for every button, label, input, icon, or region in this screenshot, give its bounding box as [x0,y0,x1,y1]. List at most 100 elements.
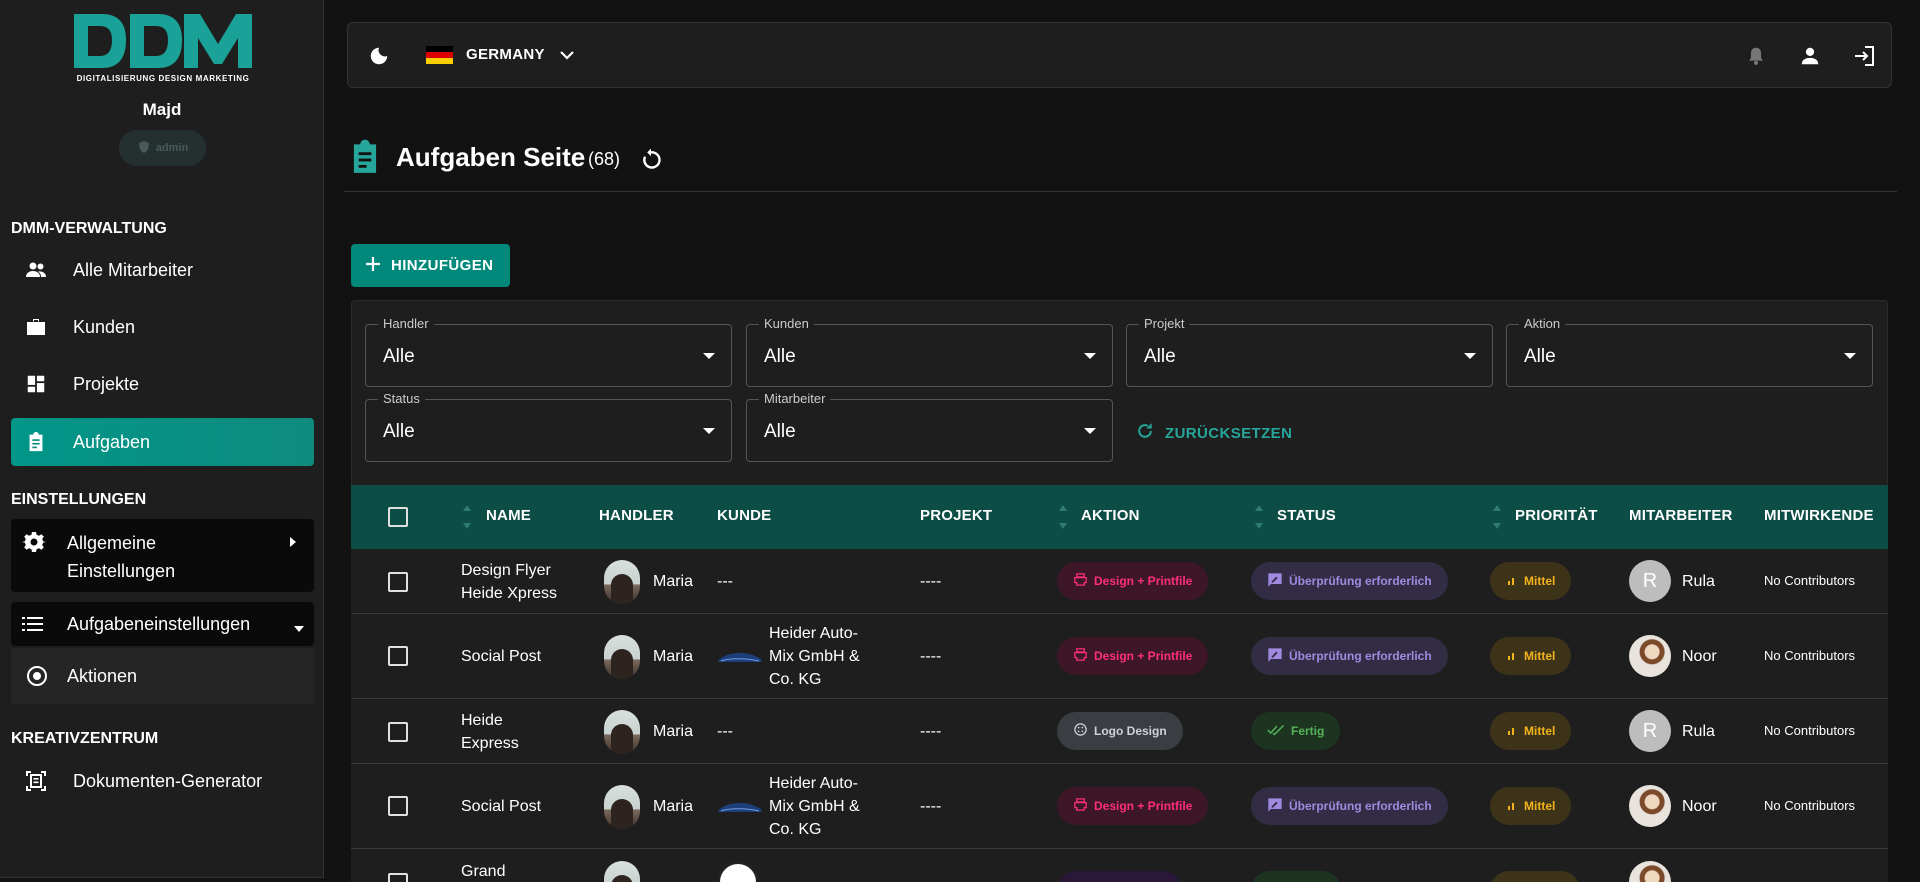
projekt: ---- [920,723,942,740]
sidebar-item-aufgaben[interactable]: Aufgaben [11,418,314,466]
kunde: Heider Auto-Mix GmbH & Co. KG [769,625,860,688]
reset-icon [1135,421,1155,445]
sidebar-item-aufgabeneinstellungen[interactable]: Aufgabeneinstellungen [11,602,314,646]
table-row[interactable]: Grand [351,849,1888,882]
priority-label: Mittel [1524,574,1556,588]
col-aktion[interactable]: AKTION [1081,507,1140,524]
sidebar-item-dokumenten-generator[interactable]: Dokumenten-Generator [11,757,314,805]
table-row[interactable]: Social Post Maria Heider Auto-Mix GmbH &… [351,614,1888,699]
sort-name-icon[interactable] [462,503,472,531]
col-status[interactable]: STATUS [1277,507,1336,524]
priority-chip [1490,871,1580,882]
projekt-select[interactable]: Projekt Alle [1126,316,1493,387]
handler-select-label: Handler [378,316,434,331]
sidebar-item-alle-mitarbeiter[interactable]: Alle Mitarbeiter [11,246,314,294]
shield-icon [137,140,151,157]
section-kreativzentrum: KREATIVZENTRUM [11,730,159,747]
table-row[interactable]: Heide Express Maria --- ---- Logo Design… [351,699,1888,764]
kunden-select[interactable]: Kunden Alle [746,316,1113,387]
country-selector[interactable]: GERMANY [466,46,545,63]
logout-icon[interactable] [1851,43,1877,69]
mitarbeiter-select-value: Alle [764,421,796,442]
status-select[interactable]: Status Alle [365,391,732,462]
task-name: Heide Express [461,712,519,752]
notification-bell-icon[interactable] [1743,43,1769,69]
task-name: Social Post [461,798,542,815]
dark-mode-moon-icon[interactable] [366,43,392,69]
col-name[interactable]: NAME [486,507,531,524]
sidebar-item-kunden[interactable]: Kunden [11,303,314,351]
kunde: --- [717,573,733,590]
germany-flag-icon[interactable] [426,46,453,64]
signal-bars-icon [1506,799,1518,814]
mitarbeiter-name: Noor [1682,648,1717,665]
aktion-chip: Design + Printfile [1057,562,1209,600]
rate-review-icon [1267,797,1283,816]
user-profile-icon[interactable] [1797,43,1823,69]
sidebar-item-allgemeine-einstellungen[interactable]: Allgemeine Einstellungen [11,519,314,592]
row-checkbox[interactable] [388,572,408,592]
mitarbeiter-avatar [1629,861,1671,882]
priority-label: Mittel [1524,724,1556,738]
status-chip [1251,871,1341,882]
handler-name: Maria [653,798,694,815]
status-select-label: Status [378,391,425,406]
mitwirkende: No Contributors [1764,723,1856,738]
mitarbeiter-avatar [1629,635,1671,677]
chevron-down-icon[interactable] [557,45,577,70]
sort-aktion-icon[interactable] [1058,503,1068,531]
task-name: Grand [461,863,506,880]
status-chip: Überprüfung erforderlich [1251,787,1448,825]
mitwirkende: No Contributors [1764,648,1856,663]
table-row[interactable]: Social Post Maria Heider Auto-Mix GmbH &… [351,764,1888,849]
logo-tagline: DIGITALISIERUNG DESIGN MARKETING [76,74,250,83]
col-prioritaet[interactable]: PRIORITÄT [1515,507,1598,524]
refresh-icon[interactable] [638,147,664,178]
projekt: ---- [920,648,942,665]
row-checkbox[interactable] [388,796,408,816]
kunde: Heider Auto-Mix GmbH & Co. KG [769,775,860,838]
aktion-chip [1057,871,1182,882]
mitarbeiter-name: Rula [1682,573,1715,590]
plus-icon [365,256,381,276]
sidebar-item-aktionen[interactable]: Aktionen [11,648,314,704]
kunden-select-label: Kunden [759,316,814,331]
radio-target-icon [25,664,49,688]
mitwirkende: No Contributors [1764,798,1856,813]
aktion-select[interactable]: Aktion Alle [1506,316,1873,387]
row-checkbox[interactable] [388,722,408,742]
clipboard-icon [21,430,51,454]
status-label: Fertig [1291,724,1325,738]
handler-select[interactable]: Handler Alle [365,316,732,387]
col-mitarbeiter: MITARBEITER [1629,507,1733,524]
status-chip: Überprüfung erforderlich [1251,562,1448,600]
mitarbeiter-select[interactable]: Mitarbeiter Alle [746,391,1113,462]
signal-bars-icon [1506,724,1518,739]
handler-name: Maria [653,573,694,590]
chevron-down-icon [293,620,305,638]
add-task-button[interactable]: HINZUFÜGEN [351,244,510,287]
status-label: Überprüfung erforderlich [1289,574,1432,588]
mitarbeiter-avatar [1629,785,1671,827]
sort-status-icon[interactable] [1254,503,1264,531]
handler-select-value: Alle [383,346,415,367]
dropdown-arrow-icon [1464,353,1476,359]
sort-prioritaet-icon[interactable] [1492,503,1502,531]
printer-icon [1073,647,1088,665]
projekt: ---- [920,573,942,590]
list-icon [22,614,44,639]
row-checkbox[interactable] [388,873,408,882]
row-checkbox[interactable] [388,646,408,666]
status-label: Überprüfung erforderlich [1289,799,1432,813]
task-name: Design Flyer Heide Xpress [461,562,558,602]
dmm-logo[interactable]: DIGITALISIERUNG DESIGN MARKETING [72,10,254,90]
sidebar-item-projekte[interactable]: Projekte [11,360,314,408]
reset-label: ZURÜCKSETZEN [1165,424,1293,442]
status-select-value: Alle [383,421,415,442]
sidebar-item-label: Projekte [73,373,140,394]
reset-filters-button[interactable]: ZURÜCKSETZEN [1135,421,1292,445]
rate-review-icon [1267,572,1283,591]
priority-chip: Mittel [1490,562,1572,600]
select-all-checkbox[interactable] [388,507,408,527]
table-row[interactable]: Design Flyer Heide Xpress Maria --- ----… [351,549,1888,614]
